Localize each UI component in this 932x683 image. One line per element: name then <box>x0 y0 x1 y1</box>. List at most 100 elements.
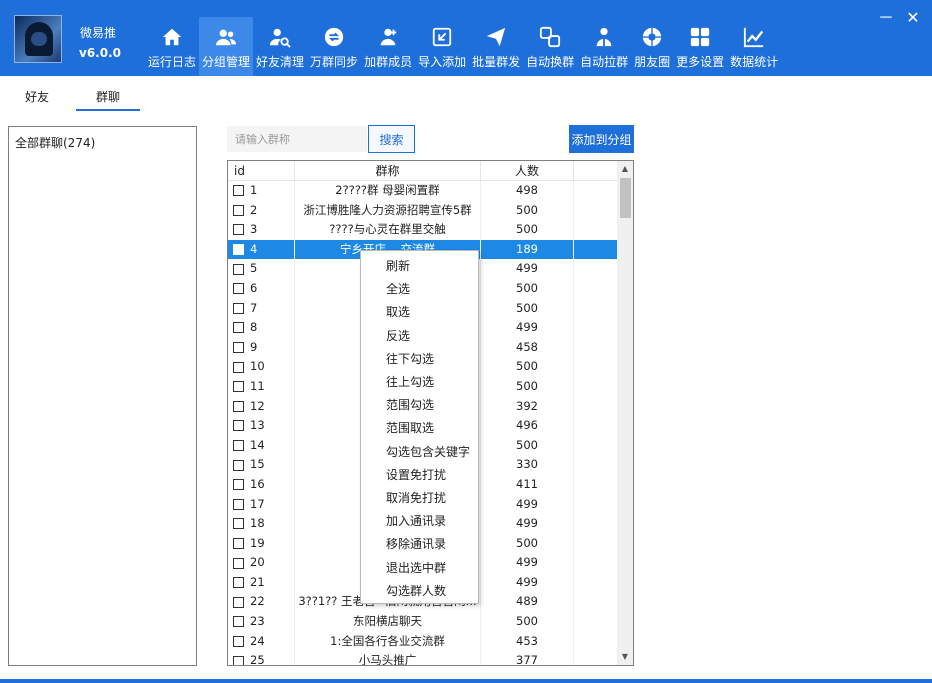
row-checkbox[interactable] <box>233 244 244 256</box>
nav-item-1[interactable]: 分组管理 <box>199 17 254 76</box>
row-checkbox[interactable] <box>233 204 244 216</box>
context-menu-item[interactable]: 范围取选 <box>386 419 434 436</box>
close-button[interactable]: ✕ <box>903 8 923 28</box>
column-filler <box>574 161 618 181</box>
row-id: 25 <box>250 653 265 666</box>
nav-item-label: 自动换群 <box>526 55 575 69</box>
context-menu-item[interactable]: 移除通讯录 <box>386 535 446 552</box>
row-checkbox[interactable] <box>233 655 244 665</box>
row-checkbox[interactable] <box>233 440 244 452</box>
row-member-count: 496 <box>481 416 574 436</box>
context-menu-item[interactable]: 设置免打扰 <box>386 466 446 483</box>
row-id-cell: 4 <box>228 239 295 260</box>
row-id-cell: 10 <box>228 357 295 377</box>
table-row[interactable]: 23 东阳横店聊天 500 <box>228 612 618 632</box>
row-filler <box>574 337 618 358</box>
row-checkbox[interactable] <box>233 479 244 491</box>
row-member-count: 499 <box>481 494 574 515</box>
row-checkbox[interactable] <box>233 577 244 589</box>
context-menu-item[interactable]: 勾选包含关键字 <box>386 443 470 460</box>
row-member-count: 500 <box>481 533 574 554</box>
table-row[interactable]: 1 2????群 母婴闲置群 498 <box>228 181 618 201</box>
column-group-name[interactable]: 群称 <box>295 161 481 181</box>
scroll-down-icon[interactable]: ▼ <box>617 649 633 665</box>
row-checkbox[interactable] <box>233 224 244 236</box>
tree-item-all-groups[interactable]: 全部群聊(274) <box>15 134 95 151</box>
sync-icon <box>322 25 346 49</box>
send-icon <box>484 25 508 49</box>
row-group-name: 1:全国各行各业交流群 <box>295 631 481 652</box>
row-checkbox[interactable] <box>233 616 244 628</box>
row-id: 16 <box>250 476 265 491</box>
nav-item-6[interactable]: 批量群发 <box>469 17 523 76</box>
row-checkbox[interactable] <box>233 263 244 275</box>
nav-item-10[interactable]: 更多设置 <box>673 17 727 76</box>
row-checkbox[interactable] <box>233 302 244 314</box>
row-checkbox[interactable] <box>233 596 244 608</box>
row-member-count: 500 <box>481 376 574 397</box>
nav-item-2[interactable]: 好友清理 <box>253 17 307 76</box>
table-row[interactable]: 2 浙江博胜隆人力资源招聘宣传5群 500 <box>228 200 618 221</box>
tab-group-chats[interactable]: 群聊 <box>96 88 120 105</box>
row-checkbox[interactable] <box>233 459 244 471</box>
context-menu-item[interactable]: 往下勾选 <box>386 350 434 367</box>
row-member-count: 500 <box>481 220 574 240</box>
nav-item-5[interactable]: 导入添加 <box>415 17 469 76</box>
row-member-count: 458 <box>481 337 574 358</box>
row-checkbox[interactable] <box>233 381 244 393</box>
nav-item-0[interactable]: 运行日志 <box>145 17 199 76</box>
row-id: 6 <box>250 280 258 295</box>
row-id-cell: 1 <box>228 181 295 201</box>
context-menu-item[interactable]: 取消免打扰 <box>386 489 446 506</box>
nav-item-8[interactable]: 自动拉群 <box>577 17 631 76</box>
nav-item-9[interactable]: 朋友圈 <box>631 17 673 76</box>
row-checkbox[interactable] <box>233 537 244 549</box>
row-id-cell: 24 <box>228 631 295 652</box>
row-checkbox[interactable] <box>233 518 244 530</box>
context-menu-item[interactable]: 范围勾选 <box>386 396 434 413</box>
row-id: 1 <box>250 183 258 197</box>
search-input[interactable] <box>227 126 367 152</box>
context-menu-item[interactable]: 反选 <box>386 327 410 344</box>
row-checkbox[interactable] <box>233 635 244 647</box>
nav-item-11[interactable]: 数据统计 <box>727 17 781 76</box>
search-button[interactable]: 搜索 <box>368 125 415 153</box>
nav-item-4[interactable]: 加群成员 <box>361 17 415 76</box>
row-checkbox[interactable] <box>233 420 244 432</box>
row-checkbox[interactable] <box>233 361 244 373</box>
table-row[interactable]: 24 1:全国各行各业交流群 453 <box>228 631 618 652</box>
row-filler <box>574 631 618 652</box>
row-checkbox[interactable] <box>233 342 244 354</box>
scroll-thumb[interactable] <box>620 178 631 218</box>
context-menu-item[interactable]: 加入通讯录 <box>386 512 446 529</box>
row-checkbox[interactable] <box>233 400 244 412</box>
tab-friends[interactable]: 好友 <box>25 88 49 105</box>
table-row[interactable]: 25 小马头推广 377 <box>228 651 618 666</box>
chart-line-icon <box>742 25 766 49</box>
context-menu-item[interactable]: 取选 <box>386 303 410 320</box>
row-checkbox[interactable] <box>233 498 244 510</box>
row-checkbox[interactable] <box>233 557 244 569</box>
context-menu-item[interactable]: 退出选中群 <box>386 559 446 576</box>
nav-item-3[interactable]: 万群同步 <box>307 17 361 76</box>
nav-item-7[interactable]: 自动换群 <box>523 17 577 76</box>
row-id: 5 <box>250 261 258 276</box>
nav-item-label: 分组管理 <box>202 55 251 69</box>
nav-item-label: 批量群发 <box>472 55 521 69</box>
add-to-group-button[interactable]: 添加到分组 <box>569 125 634 153</box>
table-row[interactable]: 3 ????与心灵在群里交触 500 <box>228 220 618 240</box>
row-checkbox[interactable] <box>233 322 244 334</box>
row-checkbox[interactable] <box>233 185 244 197</box>
row-id-cell: 3 <box>228 220 295 240</box>
minimize-button[interactable]: － <box>876 8 896 28</box>
column-member-count[interactable]: 人数 <box>481 161 574 181</box>
context-menu-item[interactable]: 勾选群人数 <box>386 582 446 599</box>
context-menu-item[interactable]: 刷新 <box>386 257 410 274</box>
column-id[interactable]: id <box>228 161 295 181</box>
row-member-count: 453 <box>481 631 574 652</box>
row-checkbox[interactable] <box>233 283 244 295</box>
context-menu-item[interactable]: 全选 <box>386 280 410 297</box>
context-menu-item[interactable]: 往上勾选 <box>386 373 434 390</box>
scroll-up-icon[interactable]: ▲ <box>617 161 633 177</box>
vertical-scrollbar[interactable]: ▲ ▼ <box>617 161 633 665</box>
